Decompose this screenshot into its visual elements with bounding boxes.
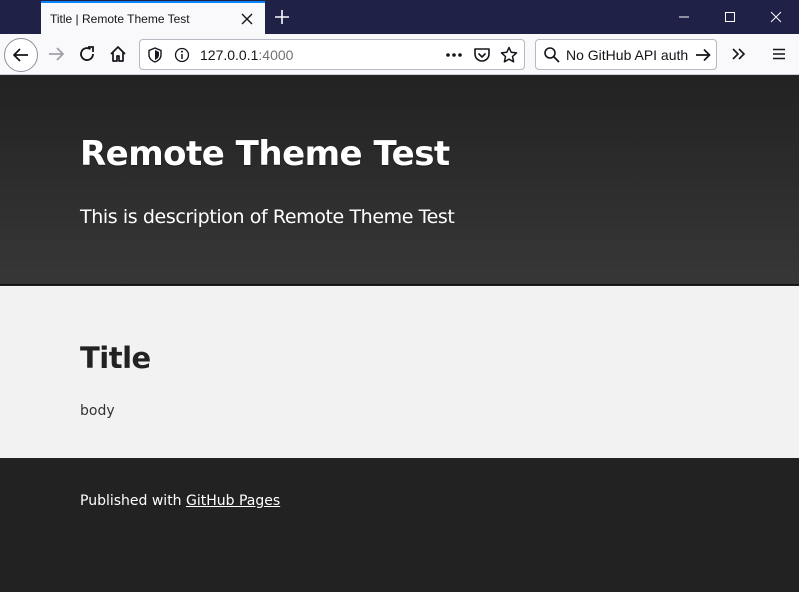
web-page: Remote Theme Test This is description of… [0, 76, 799, 592]
post-body: body [80, 403, 115, 419]
footer-text: Published with GitHub Pages [80, 493, 280, 509]
github-pages-link[interactable]: GitHub Pages [186, 493, 280, 509]
double-chevron-icon[interactable] [725, 40, 753, 68]
home-icon[interactable] [104, 40, 132, 68]
back-arrow-icon[interactable] [4, 38, 38, 72]
url-bar[interactable]: 127.0.0.1:4000 [139, 39, 525, 70]
url-port: :4000 [258, 47, 294, 63]
minimize-icon[interactable] [661, 0, 707, 34]
browser-titlebar: Title | Remote Theme Test [0, 0, 799, 34]
tab-title: Title | Remote Theme Test [50, 11, 190, 26]
star-icon[interactable] [500, 46, 518, 68]
pocket-icon[interactable] [473, 46, 491, 68]
plus-icon[interactable] [268, 3, 296, 31]
close-window-icon[interactable] [753, 0, 799, 34]
active-tab[interactable]: Title | Remote Theme Test [41, 1, 265, 34]
forward-arrow-icon[interactable] [42, 40, 70, 68]
shield-icon[interactable] [147, 47, 163, 67]
footer-prefix: Published with [80, 493, 187, 509]
post-title: Title [80, 341, 151, 375]
search-bar[interactable]: No GitHub API authe [535, 39, 717, 70]
site-header: Remote Theme Test This is description of… [0, 76, 799, 285]
url-text[interactable]: 127.0.0.1:4000 [200, 47, 293, 63]
main-content: Title body [0, 286, 799, 458]
url-host: 127.0.0.1 [200, 47, 259, 63]
site-footer: Published with GitHub Pages [0, 458, 799, 592]
info-icon[interactable] [174, 47, 190, 67]
magnifier-icon [543, 46, 561, 68]
more-dots-icon[interactable] [445, 46, 463, 68]
reload-icon[interactable] [73, 40, 101, 68]
hamburger-menu-icon[interactable] [765, 40, 793, 68]
nav-toolbar: 127.0.0.1:4000 No GitHub API authe [0, 34, 799, 75]
close-icon[interactable] [235, 7, 259, 31]
site-title: Remote Theme Test [80, 134, 450, 174]
search-input[interactable]: No GitHub API authe [566, 47, 688, 63]
maximize-icon[interactable] [707, 0, 753, 34]
site-description: This is description of Remote Theme Test [80, 206, 455, 228]
arrow-right-icon[interactable] [694, 46, 712, 68]
